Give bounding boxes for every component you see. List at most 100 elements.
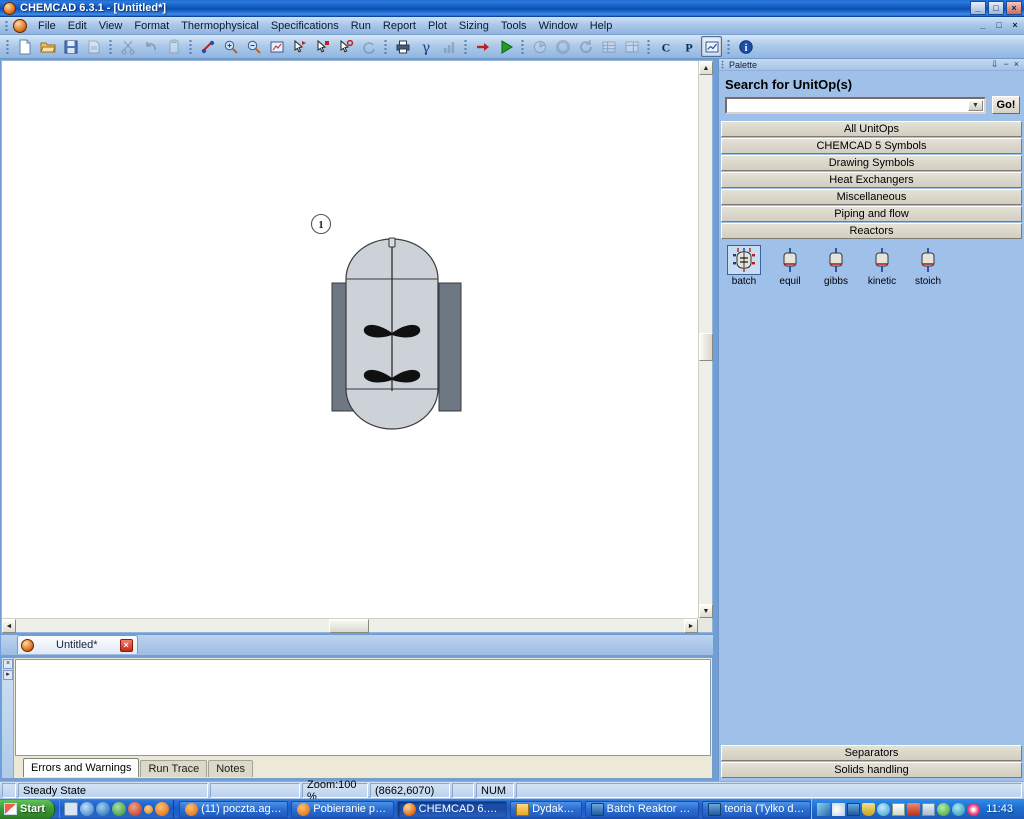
menu-item-help[interactable]: Help — [584, 19, 619, 33]
tab-notes[interactable]: Notes — [208, 760, 253, 777]
menu-item-file[interactable]: File — [32, 19, 62, 33]
task-button-dydaktyka[interactable]: Dydaktyka — [510, 800, 582, 818]
canvas-horizontal-scrollbar[interactable]: ◄ ► — [2, 618, 698, 633]
printer-tray-icon[interactable] — [907, 802, 921, 816]
show-desktop-icon[interactable] — [64, 802, 79, 816]
menu-item-sizing[interactable]: Sizing — [453, 19, 495, 33]
print-button[interactable] — [392, 36, 413, 57]
minimize-button[interactable]: _ — [970, 1, 986, 15]
category-chemcad-5-symbols[interactable]: CHEMCAD 5 Symbols — [721, 138, 1022, 154]
tab-errors-and-warnings[interactable]: Errors and Warnings — [23, 758, 140, 777]
go-button[interactable]: Go! — [992, 96, 1020, 114]
unitop-equil[interactable]: equil — [771, 245, 809, 287]
firefox-icon[interactable] — [155, 802, 170, 816]
toolbar-grip-1[interactable] — [4, 38, 11, 55]
minimize-icon[interactable]: − — [1003, 60, 1008, 69]
menu-item-format[interactable]: Format — [128, 19, 175, 33]
scroll-right-button[interactable]: ► — [684, 619, 698, 633]
canvas-vertical-scrollbar[interactable]: ▲ ▼ — [698, 61, 713, 618]
refresh-browser-icon[interactable] — [112, 802, 127, 816]
mdi-restore-button[interactable]: □ — [992, 19, 1006, 31]
antivirus-icon[interactable] — [892, 802, 906, 816]
message-pane-expand-button[interactable]: ▸ — [3, 670, 13, 680]
refresh-button[interactable] — [575, 36, 596, 57]
drive-icon[interactable] — [922, 802, 936, 816]
flowsheet-button[interactable] — [701, 36, 722, 57]
scroll-left-button[interactable]: ◄ — [2, 619, 16, 633]
unitop-stoich[interactable]: stoich — [909, 245, 947, 287]
select-stream-button[interactable] — [289, 36, 310, 57]
info-button[interactable]: i — [735, 36, 756, 57]
horizontal-scroll-thumb[interactable] — [329, 619, 369, 633]
table-view-button[interactable] — [598, 36, 619, 57]
volume-icon[interactable] — [832, 802, 846, 816]
opera-icon[interactable] — [128, 802, 143, 816]
properties-button[interactable]: P — [678, 36, 699, 57]
category-separators[interactable]: Separators — [721, 745, 1022, 761]
menu-item-window[interactable]: Window — [533, 19, 584, 33]
menu-drag-grip[interactable] — [4, 18, 10, 33]
save-file-button[interactable] — [60, 36, 81, 57]
search-input[interactable] — [727, 98, 984, 112]
new-file-button[interactable] — [14, 36, 35, 57]
flowsheet-canvas[interactable]: 1 — [2, 61, 698, 618]
task-button-batch-reaktor[interactable]: Batch Reaktor - Mi... — [584, 800, 700, 818]
start-button[interactable]: Start — [0, 799, 56, 819]
unitop-kinetic[interactable]: kinetic — [863, 245, 901, 287]
toolbar-grip-7[interactable] — [645, 38, 652, 55]
shield-icon[interactable] — [862, 802, 876, 816]
menu-item-run[interactable]: Run — [345, 19, 377, 33]
small-app-icon[interactable] — [144, 804, 154, 814]
message-pane-close-button[interactable]: × — [3, 659, 13, 669]
run-all-button[interactable] — [495, 36, 516, 57]
power-icon[interactable] — [952, 802, 966, 816]
table-alt-button[interactable] — [621, 36, 642, 57]
category-reactors[interactable]: Reactors — [721, 223, 1022, 239]
print-preview-button[interactable] — [83, 36, 104, 57]
menu-item-plot[interactable]: Plot — [422, 19, 453, 33]
open-file-button[interactable] — [37, 36, 58, 57]
restore-button[interactable]: □ — [988, 1, 1004, 15]
document-tab-close-button[interactable]: × — [119, 638, 133, 652]
toolbar-grip-4[interactable] — [382, 38, 389, 55]
unitop-batch[interactable]: batch — [725, 245, 763, 287]
select-unitop-button[interactable] — [312, 36, 333, 57]
cut-button[interactable] — [117, 36, 138, 57]
scroll-down-button[interactable]: ▼ — [699, 604, 713, 618]
category-heat-exchangers[interactable]: Heat Exchangers — [721, 172, 1022, 188]
convergence-button[interactable]: γ — [415, 36, 436, 57]
media-player-icon[interactable] — [80, 802, 95, 816]
batch-reactor-drawing[interactable]: 1 — [2, 61, 698, 618]
update-icon[interactable] — [877, 802, 891, 816]
mdi-close-button[interactable]: × — [1008, 19, 1022, 31]
message-pane-content[interactable] — [15, 659, 711, 756]
toolbar-grip-8[interactable] — [725, 38, 732, 55]
palette-drag-grip[interactable] — [721, 60, 726, 69]
task-button-teoria[interactable]: teoria (Tylko do o... — [702, 800, 812, 818]
close-icon[interactable]: × — [1014, 60, 1019, 69]
search-combobox[interactable]: ▼ — [725, 96, 986, 114]
zoom-window-button[interactable] — [197, 36, 218, 57]
menu-item-report[interactable]: Report — [377, 19, 422, 33]
scroll-up-button[interactable]: ▲ — [699, 61, 713, 75]
undo-button[interactable] — [140, 36, 161, 57]
pie-chart-button[interactable] — [529, 36, 550, 57]
mdi-minimize-button[interactable]: _ — [976, 19, 990, 31]
network-icon[interactable] — [817, 802, 831, 816]
run-step-button[interactable] — [472, 36, 493, 57]
chevron-down-icon[interactable]: ▼ — [968, 99, 983, 111]
donut-chart-button[interactable] — [552, 36, 573, 57]
toolbar-grip-5[interactable] — [462, 38, 469, 55]
zoom-in-button[interactable] — [220, 36, 241, 57]
sync-icon[interactable] — [937, 802, 951, 816]
select-object-button[interactable] — [335, 36, 356, 57]
zoom-out-button[interactable] — [243, 36, 264, 57]
task-button-chemcad[interactable]: CHEMCAD 6.3.1 ... — [396, 800, 508, 818]
paste-button[interactable] — [163, 36, 184, 57]
taskbar-clock[interactable]: 11:43 — [982, 803, 1019, 815]
document-tab-untitled[interactable]: Untitled* × — [17, 635, 138, 654]
zoom-fit-button[interactable] — [266, 36, 287, 57]
redraw-button[interactable] — [358, 36, 379, 57]
tab-run-trace[interactable]: Run Trace — [140, 760, 208, 777]
close-button[interactable]: × — [1006, 1, 1022, 15]
